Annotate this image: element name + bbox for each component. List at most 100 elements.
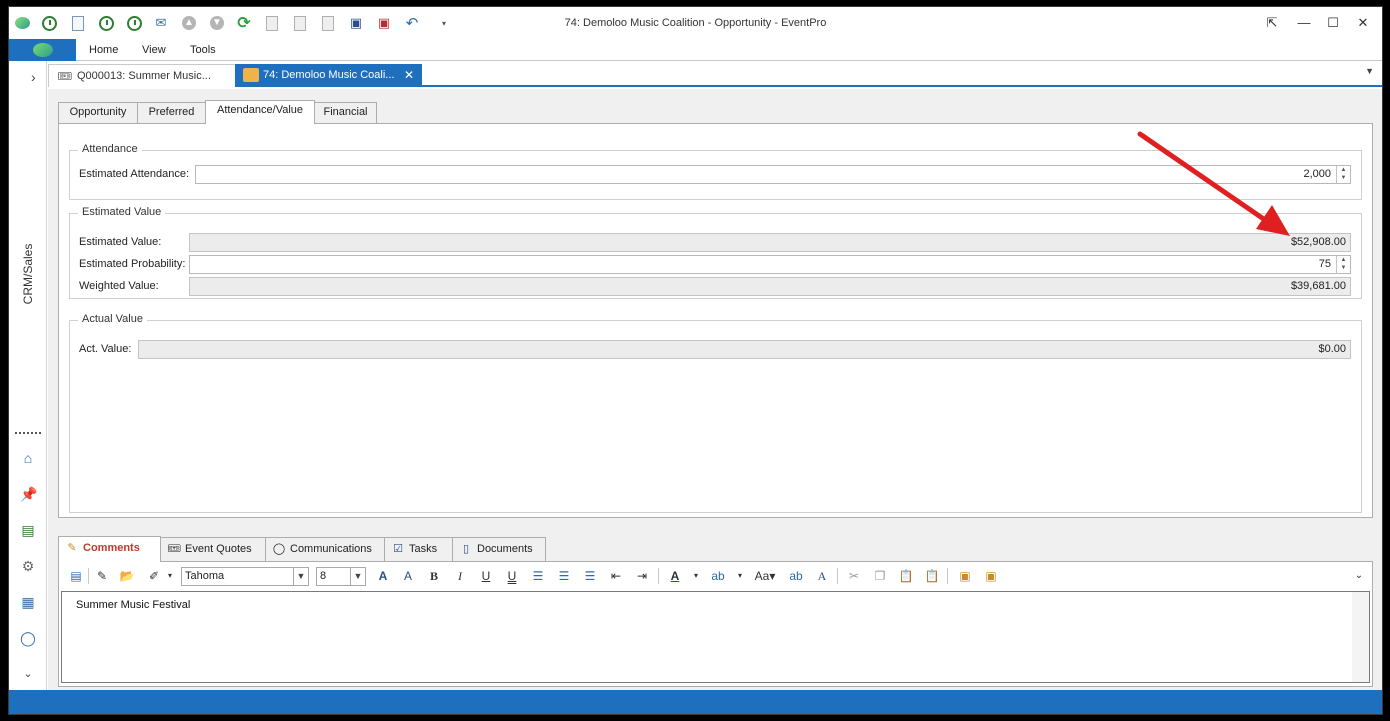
- close-button[interactable]: ✕: [1352, 13, 1374, 33]
- estimated-probability-input[interactable]: 75 ▲ ▼: [189, 255, 1351, 274]
- estimated-value-group: Estimated Value Estimated Value: $52,908…: [69, 206, 1362, 299]
- comments-icon: ✎: [67, 542, 77, 554]
- insert-text-icon[interactable]: ▣: [982, 567, 1000, 585]
- open-folder-icon[interactable]: 📂: [118, 567, 136, 585]
- underline-icon[interactable]: U: [477, 567, 495, 585]
- highlight-icon[interactable]: ab: [709, 567, 727, 585]
- copy-icon[interactable]: ❐: [871, 567, 889, 585]
- chevron-down-icon[interactable]: ▼: [350, 568, 365, 585]
- window-title: 74: Demoloo Music Coalition - Opportunit…: [564, 17, 827, 29]
- paste-icon[interactable]: 📋: [897, 567, 915, 585]
- comments-editor[interactable]: Summer Music Festival: [61, 591, 1370, 683]
- new-document-icon[interactable]: ▤: [67, 567, 85, 585]
- app-logo-icon: [33, 43, 53, 57]
- cut-icon[interactable]: ✂: [845, 567, 863, 585]
- font-family-select[interactable]: Tahoma ▼: [181, 567, 309, 586]
- numbered-list-icon[interactable]: ☰: [555, 567, 573, 585]
- speech-bubble-icon: ◯: [272, 543, 286, 555]
- doc-tab-opportunity[interactable]: 74: Demoloo Music Coali... ✕: [235, 64, 422, 87]
- close-tab-icon[interactable]: ✕: [404, 64, 414, 86]
- grow-font-icon[interactable]: A: [374, 567, 392, 585]
- toolbar-separator: [658, 568, 659, 584]
- bold-icon[interactable]: B: [425, 567, 443, 585]
- highlight-dropdown-icon[interactable]: ▾: [731, 567, 749, 585]
- attendance-value-panel: Attendance Estimated Attendance: 2,000 ▲…: [58, 123, 1373, 518]
- weighted-value-field: $39,681.00: [189, 277, 1351, 296]
- estimated-value-field: $52,908.00: [189, 233, 1351, 252]
- tab-comments[interactable]: ✎ Comments: [58, 536, 161, 562]
- editor-scrollbar[interactable]: [1352, 592, 1369, 682]
- application-menu-button[interactable]: [9, 39, 76, 61]
- attendance-group: Attendance Estimated Attendance: 2,000 ▲…: [69, 143, 1362, 200]
- report-icon[interactable]: ▦: [20, 594, 36, 610]
- toolbar-separator: [947, 568, 948, 584]
- maximize-button[interactable]: ☐: [1322, 13, 1344, 33]
- rich-text-toolbar: ▤ ✎ 📂 ✐ ▾ Tahoma ▼ 8 ▼ A A B I U U ☰ ☰ ☰…: [63, 565, 1368, 587]
- minimize-button[interactable]: —: [1293, 13, 1315, 33]
- estimated-attendance-input[interactable]: 2,000 ▲ ▼: [195, 165, 1351, 184]
- comments-panel: ▤ ✎ 📂 ✐ ▾ Tahoma ▼ 8 ▼ A A B I U U ☰ ☰ ☰…: [58, 561, 1373, 687]
- estimated-attendance-label: Estimated Attendance:: [79, 168, 190, 180]
- act-value-label: Act. Value:: [79, 343, 132, 355]
- multilevel-list-icon[interactable]: ☰: [581, 567, 599, 585]
- attendance-legend: Attendance: [78, 143, 142, 155]
- restore-ribbon-icon[interactable]: ⇱: [1261, 13, 1283, 33]
- tasks-icon: ☑: [393, 543, 403, 555]
- nav-section-label[interactable]: CRM/Sales: [13, 231, 43, 321]
- tools-icon[interactable]: ⚙: [20, 558, 36, 574]
- chevron-down-icon[interactable]: ▼: [293, 568, 308, 585]
- expand-nav-icon[interactable]: ›: [31, 69, 36, 85]
- spreadsheet-icon[interactable]: ▤: [20, 522, 36, 538]
- app-window: ✉ ▲ ▼ ⟳ ▣ ▣ ↶ ▾ 74: Demoloo Music Coalit…: [8, 6, 1383, 715]
- tab-preferred[interactable]: Preferred: [137, 102, 206, 123]
- comments-text: Summer Music Festival: [76, 599, 191, 611]
- pin-icon[interactable]: 📌: [20, 486, 37, 502]
- nav-more-icon[interactable]: ⌄: [20, 666, 36, 682]
- insert-field-icon[interactable]: ▣: [956, 567, 974, 585]
- shrink-font-icon[interactable]: A: [399, 567, 417, 585]
- estimated-probability-label: Estimated Probability:: [79, 258, 186, 270]
- tab-documents[interactable]: ▯ Documents: [452, 537, 546, 561]
- weighted-value-label: Weighted Value:: [79, 280, 159, 292]
- tab-communications[interactable]: ◯ Communications: [265, 537, 385, 561]
- opportunity-icon: [243, 68, 259, 82]
- font-color-icon[interactable]: A: [666, 567, 684, 585]
- document-tabs: 🎟 Q000013: Summer Music... 74: Demoloo M…: [48, 63, 1382, 87]
- home-icon[interactable]: ⌂: [20, 450, 36, 466]
- tab-tasks[interactable]: ☑ Tasks: [384, 537, 453, 561]
- tab-financial[interactable]: Financial: [314, 102, 377, 123]
- tab-event-quotes[interactable]: 🎟 Event Quotes: [160, 537, 266, 561]
- bullet-list-icon[interactable]: ☰: [529, 567, 547, 585]
- probability-spinner[interactable]: ▲ ▼: [1336, 256, 1350, 273]
- tab-attendance-value[interactable]: Attendance/Value: [205, 100, 315, 124]
- speech-bubble-icon[interactable]: ◯: [20, 630, 36, 646]
- format-dropdown-icon[interactable]: ▾: [161, 567, 179, 585]
- quote-icon: 🎟: [57, 69, 73, 83]
- double-underline-icon[interactable]: U: [503, 567, 521, 585]
- ribbon-tab-tools[interactable]: Tools: [190, 44, 216, 56]
- tab-opportunity[interactable]: Opportunity: [58, 102, 138, 123]
- italic-icon[interactable]: I: [451, 567, 469, 585]
- increase-indent-icon[interactable]: ⇥: [633, 567, 651, 585]
- font-color-dropdown-icon[interactable]: ▾: [687, 567, 705, 585]
- font-dialog-icon[interactable]: A: [813, 567, 831, 585]
- toolbar-separator: [837, 568, 838, 584]
- attendance-spinner[interactable]: ▲ ▼: [1336, 166, 1350, 183]
- main-content: Opportunity Preferred Attendance/Value F…: [48, 89, 1382, 690]
- paste-special-icon[interactable]: 📋: [923, 567, 941, 585]
- estimated-value-legend: Estimated Value: [78, 206, 166, 218]
- tab-list-dropdown-icon[interactable]: ▼: [1365, 66, 1374, 76]
- title-bar: ✉ ▲ ▼ ⟳ ▣ ▣ ↶ ▾ 74: Demoloo Music Coalit…: [9, 7, 1382, 39]
- documents-icon: ▯: [462, 543, 470, 555]
- status-bar: [9, 690, 1382, 714]
- toolbar-collapse-icon[interactable]: ⌄: [1350, 567, 1368, 585]
- change-case-icon[interactable]: Aa▾: [753, 567, 777, 585]
- decrease-indent-icon[interactable]: ⇤: [607, 567, 625, 585]
- doc-tab-quote[interactable]: 🎟 Q000013: Summer Music...: [48, 64, 236, 87]
- font-size-select[interactable]: 8 ▼: [316, 567, 366, 586]
- ribbon-tab-view[interactable]: View: [142, 44, 166, 56]
- spellcheck-icon[interactable]: ab: [787, 567, 805, 585]
- nav-splitter[interactable]: [15, 432, 41, 434]
- edit-icon[interactable]: ✎: [93, 567, 111, 585]
- ribbon-tab-home[interactable]: Home: [89, 44, 118, 56]
